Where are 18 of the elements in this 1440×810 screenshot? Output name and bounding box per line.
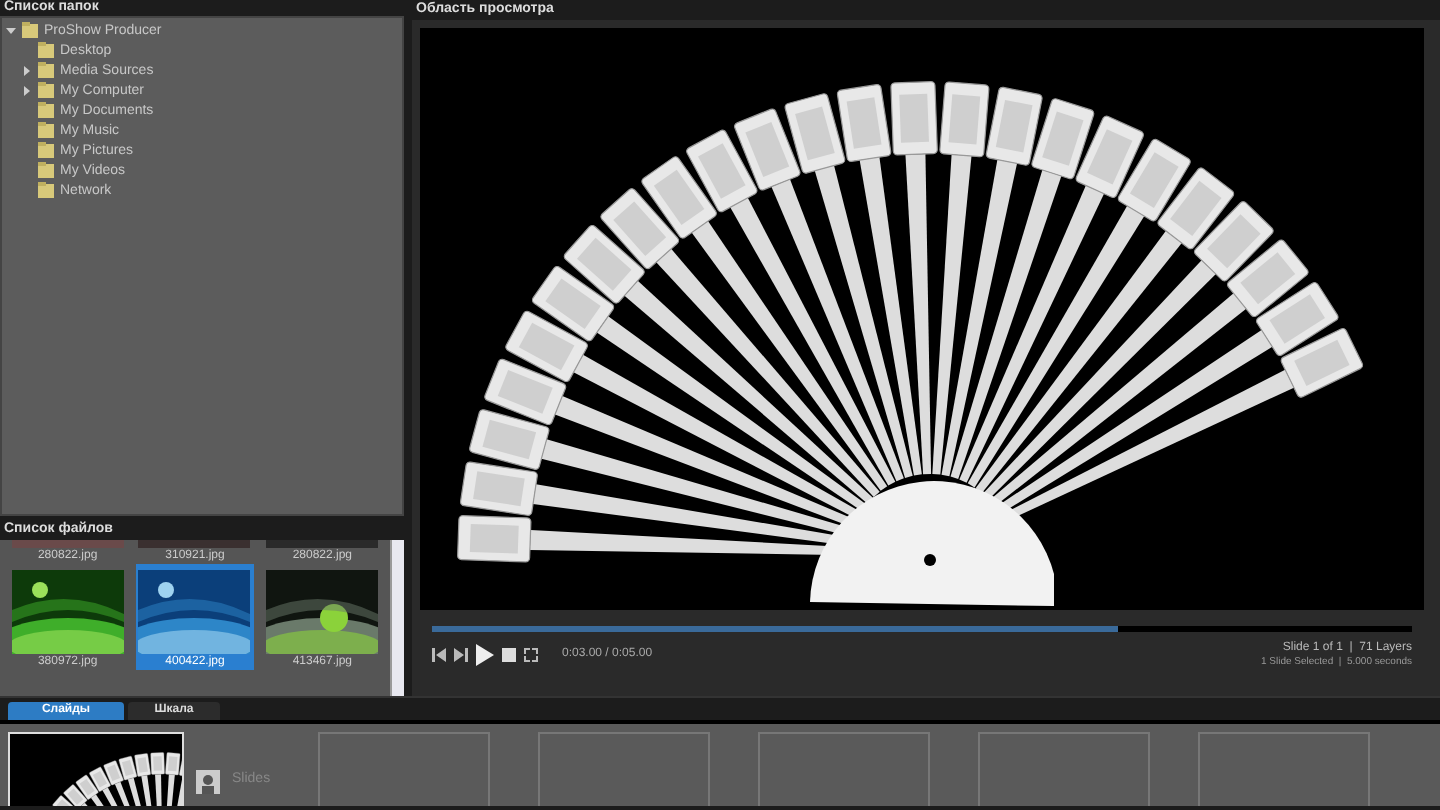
folder-icon — [38, 82, 54, 98]
skip-back-icon[interactable] — [432, 648, 446, 662]
folder-icon — [38, 62, 54, 78]
scrollbar[interactable] — [390, 540, 404, 696]
folder-icon — [38, 42, 54, 58]
expand-arrow-icon[interactable] — [6, 25, 16, 35]
step-icon[interactable] — [454, 648, 468, 662]
expand-arrow-icon[interactable] — [22, 65, 32, 75]
folder-icon — [38, 122, 54, 138]
expand-arrow-icon[interactable] — [22, 85, 32, 95]
folder-icon — [38, 102, 54, 118]
folder-icon — [38, 182, 54, 198]
folder-icon — [22, 22, 38, 38]
play-icon[interactable] — [476, 644, 494, 666]
folder-icon — [38, 142, 54, 158]
progress-track[interactable] — [432, 626, 1412, 632]
fullscreen-icon[interactable] — [524, 648, 538, 662]
folder-icon — [38, 162, 54, 178]
